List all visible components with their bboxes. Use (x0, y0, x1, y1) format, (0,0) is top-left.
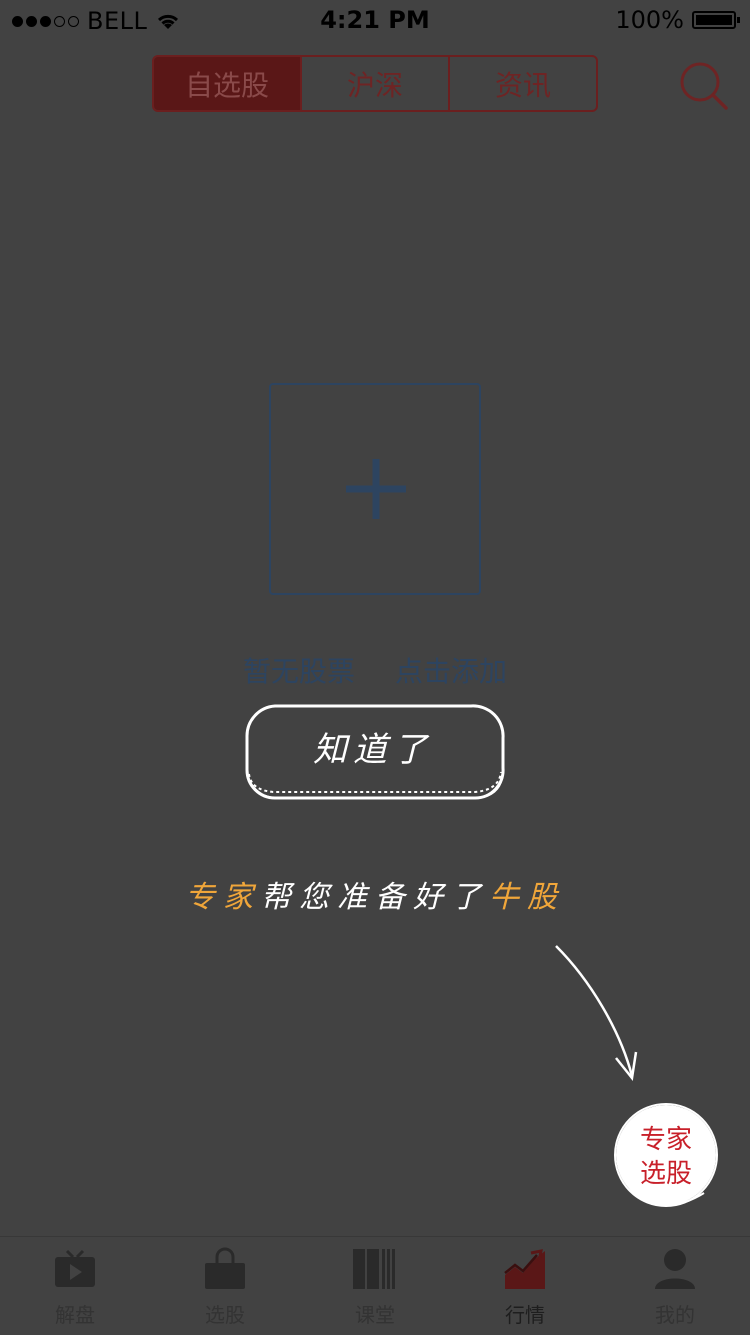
expert-picks-button[interactable]: 专家 选股 (612, 1103, 722, 1213)
battery-icon (692, 11, 740, 29)
chart-trend-icon (504, 1249, 545, 1289)
tabbar-item-classroom[interactable]: 课堂 (300, 1237, 450, 1335)
battery-area: 100% (615, 6, 740, 34)
tip-part-expert: 专家 (185, 880, 261, 915)
tip-part-stocks: 牛股 (489, 880, 565, 915)
battery-percent: 100% (615, 6, 684, 34)
tabbar-item-stock-picking[interactable]: 选股 (150, 1237, 300, 1335)
fab-label: 专家 选股 (616, 1123, 716, 1191)
tv-play-icon (55, 1249, 95, 1287)
tabbar-item-analysis[interactable]: 解盘 (0, 1237, 150, 1335)
tabbar-item-market[interactable]: 行情 (450, 1237, 600, 1335)
tip-part-middle: 帮您准备好了 (261, 880, 489, 915)
market-segment-control: 自选股 沪深 资讯 (152, 55, 598, 112)
empty-state-text: 暂无股票 点击添加 (0, 650, 750, 690)
tabbar-label: 解盘 (55, 1303, 95, 1327)
tab-shanghai-shenzhen[interactable]: 沪深 (302, 57, 450, 110)
bottom-tab-bar: 解盘 选股 课堂 行情 我的 (0, 1236, 750, 1335)
got-it-label: 知道了 (313, 730, 433, 770)
tab-news[interactable]: 资讯 (450, 57, 596, 110)
status-bar: BELL 4:21 PM 100% (0, 0, 750, 40)
add-stock-button[interactable] (269, 383, 481, 595)
add-hint-link[interactable]: 点击添加 (395, 650, 507, 690)
arrow-icon (555, 945, 638, 1082)
fab-label-line2: 选股 (639, 1159, 692, 1189)
tabbar-label: 选股 (205, 1303, 245, 1327)
tabbar-item-mine[interactable]: 我的 (600, 1237, 750, 1335)
plus-icon (346, 459, 406, 519)
bag-icon (205, 1247, 245, 1289)
tabbar-label: 课堂 (355, 1303, 395, 1327)
got-it-button[interactable]: 知道了 (243, 702, 507, 802)
books-icon (353, 1249, 395, 1289)
tabbar-label: 我的 (655, 1303, 695, 1327)
fab-label-line1: 专家 (639, 1125, 692, 1155)
no-stocks-label: 暂无股票 (242, 655, 355, 688)
tabbar-label: 行情 (505, 1303, 545, 1327)
search-button[interactable] (678, 60, 730, 112)
expert-tip: 专家帮您准备好了牛股 (0, 872, 750, 916)
search-icon (680, 62, 728, 110)
person-icon (655, 1249, 695, 1289)
tab-watchlist[interactable]: 自选股 (154, 57, 302, 110)
